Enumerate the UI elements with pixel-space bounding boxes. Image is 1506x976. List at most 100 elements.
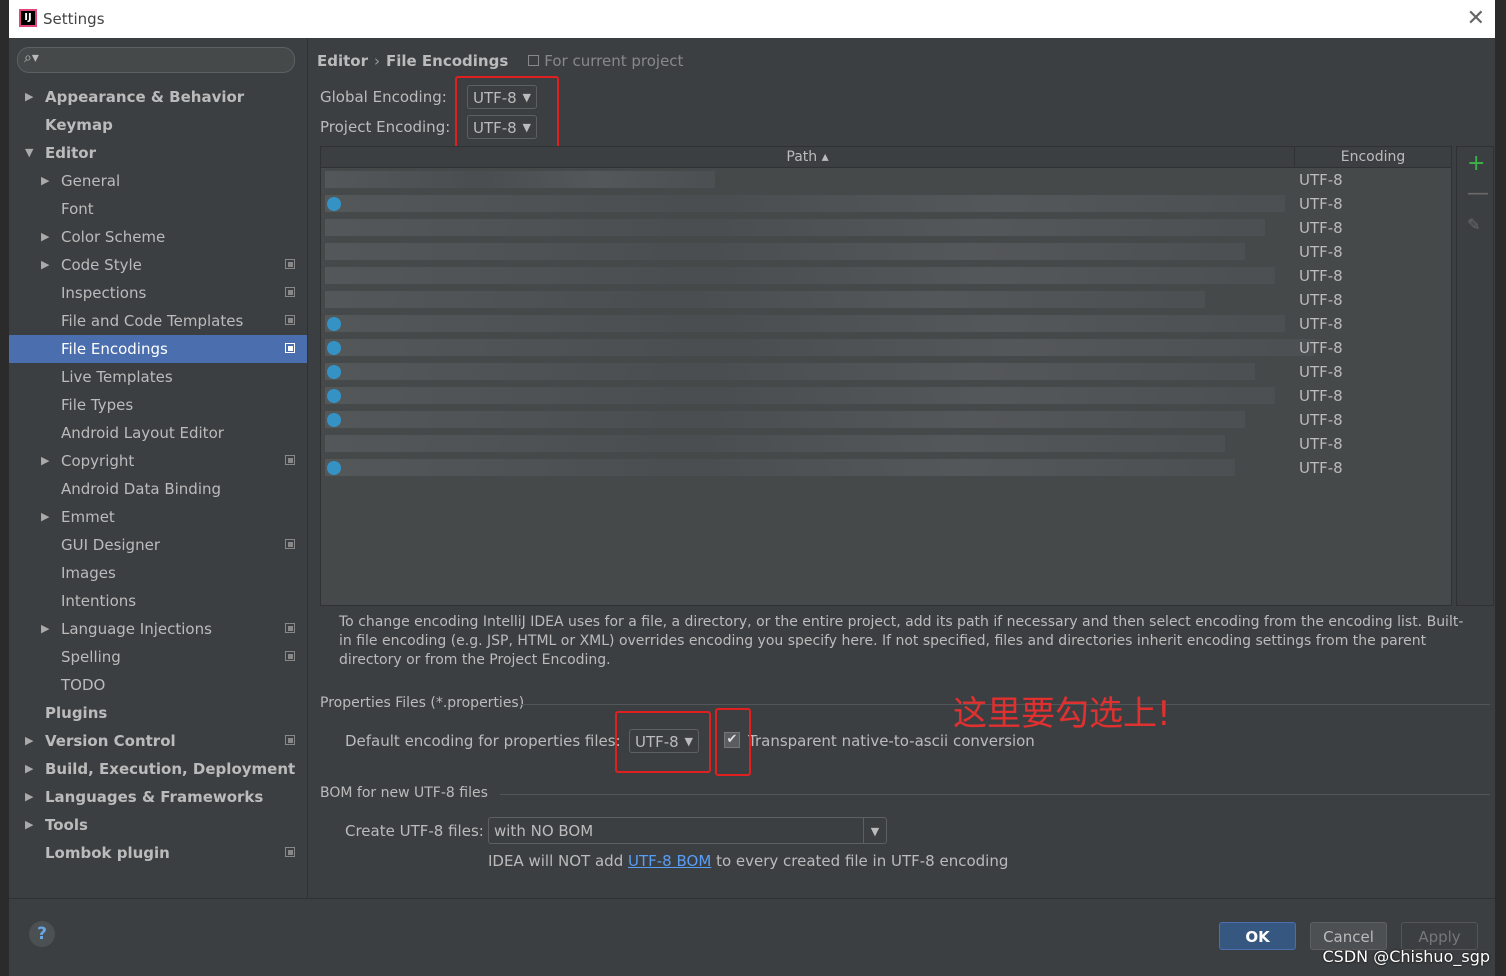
table-row[interactable]: UTF-8 [321, 288, 1451, 312]
column-header-encoding[interactable]: Encoding [1295, 147, 1451, 167]
expand-right-icon[interactable]: ▶ [41, 615, 49, 643]
sidebar-item-plugins[interactable]: Plugins [9, 699, 307, 727]
expand-right-icon[interactable]: ▶ [25, 783, 33, 811]
breadcrumb-separator: › [374, 52, 380, 70]
sidebar-item-color-scheme[interactable]: ▶ Color Scheme [9, 223, 307, 251]
table-row[interactable]: UTF-8 [321, 336, 1451, 360]
blurred-path [325, 339, 1315, 356]
table-row[interactable]: UTF-8 [321, 360, 1451, 384]
project-scope-icon [285, 315, 295, 325]
row-encoding[interactable]: UTF-8 [1299, 435, 1343, 453]
sidebar-item-version-control[interactable]: ▶ Version Control [9, 727, 307, 755]
blurred-path [325, 171, 715, 188]
project-scope-icon [285, 259, 295, 269]
expand-right-icon[interactable]: ▶ [25, 727, 33, 755]
row-encoding[interactable]: UTF-8 [1299, 171, 1343, 189]
bom-dropdown-button[interactable]: ▼ [863, 818, 886, 843]
sidebar-item-android-data-binding[interactable]: Android Data Binding [9, 475, 307, 503]
remove-icon[interactable]: — [1467, 181, 1489, 206]
utf8-bom-link[interactable]: UTF-8 BOM [628, 852, 711, 870]
sidebar-item-spelling[interactable]: Spelling [9, 643, 307, 671]
expand-right-icon[interactable]: ▶ [25, 811, 33, 839]
table-row[interactable]: UTF-8 [321, 240, 1451, 264]
row-encoding[interactable]: UTF-8 [1299, 387, 1343, 405]
cancel-button[interactable]: Cancel [1310, 922, 1387, 950]
bom-dropdown[interactable]: with NO BOM ▼ [488, 817, 887, 844]
row-encoding[interactable]: UTF-8 [1299, 219, 1343, 237]
row-encoding[interactable]: UTF-8 [1299, 243, 1343, 261]
sidebar-item-label: Lombok plugin [45, 844, 170, 862]
module-icon [327, 413, 341, 427]
sidebar-item-tools[interactable]: ▶ Tools [9, 811, 307, 839]
blurred-path [325, 459, 1235, 476]
sidebar-item-languages-frameworks[interactable]: ▶ Languages & Frameworks [9, 783, 307, 811]
sidebar-item-intentions[interactable]: Intentions [9, 587, 307, 615]
expand-right-icon[interactable]: ▶ [41, 503, 49, 531]
table-row[interactable]: UTF-8 [321, 408, 1451, 432]
table-header: Path ▴ Encoding [321, 147, 1451, 168]
expand-right-icon[interactable]: ▶ [25, 83, 33, 111]
sidebar-item-lombok-plugin[interactable]: Lombok plugin [9, 839, 307, 867]
sidebar-item-todo[interactable]: TODO [9, 671, 307, 699]
row-encoding[interactable]: UTF-8 [1299, 363, 1343, 381]
sidebar-item-inspections[interactable]: Inspections [9, 279, 307, 307]
table-row[interactable]: UTF-8 [321, 432, 1451, 456]
table-row[interactable]: UTF-8 [321, 216, 1451, 240]
sidebar-item-file-types[interactable]: File Types [9, 391, 307, 419]
sidebar-item-keymap[interactable]: Keymap [9, 111, 307, 139]
breadcrumb-parent[interactable]: Editor [317, 52, 368, 70]
expand-down-icon[interactable]: ▼ [25, 139, 33, 167]
table-row[interactable]: UTF-8 [321, 264, 1451, 288]
help-icon[interactable]: ? [29, 921, 55, 947]
breadcrumb: Editor › File Encodings For current project [317, 52, 683, 70]
sidebar-item-label: Spelling [61, 648, 121, 666]
row-encoding[interactable]: UTF-8 [1299, 195, 1343, 213]
sidebar-item-gui-designer[interactable]: GUI Designer [9, 531, 307, 559]
expand-right-icon[interactable]: ▶ [41, 447, 49, 475]
sidebar-item-file-and-code-templates[interactable]: File and Code Templates [9, 307, 307, 335]
sidebar-item-label: Inspections [61, 284, 147, 302]
sidebar-item-file-encodings[interactable]: File Encodings [9, 335, 307, 363]
row-encoding[interactable]: UTF-8 [1299, 411, 1343, 429]
highlight-box-checkbox [715, 708, 751, 776]
path-encoding-table[interactable]: Path ▴ Encoding UTF-8 UTF-8 UTF-8 UTF-8 UTF-… [320, 146, 1452, 606]
settings-sidebar: ⌕▾ ▶ Appearance & Behavior Keymap ▼ Editor ▶ G… [9, 38, 308, 898]
sidebar-item-images[interactable]: Images [9, 559, 307, 587]
table-toolbar: + — ✎ [1456, 146, 1494, 606]
row-encoding[interactable]: UTF-8 [1299, 291, 1343, 309]
row-encoding[interactable]: UTF-8 [1299, 459, 1343, 477]
row-encoding[interactable]: UTF-8 [1299, 315, 1343, 333]
search-icon: ⌕▾ [24, 50, 39, 66]
apply-button[interactable]: Apply [1401, 922, 1478, 950]
sidebar-item-editor[interactable]: ▼ Editor [9, 139, 307, 167]
sidebar-item-label: Languages & Frameworks [45, 788, 264, 806]
table-row[interactable]: UTF-8 [321, 192, 1451, 216]
table-row[interactable]: UTF-8 [321, 312, 1451, 336]
table-row[interactable]: UTF-8 [321, 456, 1451, 480]
sidebar-item-appearance-behavior[interactable]: ▶ Appearance & Behavior [9, 83, 307, 111]
sidebar-item-android-layout-editor[interactable]: Android Layout Editor [9, 419, 307, 447]
row-encoding[interactable]: UTF-8 [1299, 267, 1343, 285]
expand-right-icon[interactable]: ▶ [41, 223, 49, 251]
sidebar-item-copyright[interactable]: ▶ Copyright [9, 447, 307, 475]
sidebar-item-emmet[interactable]: ▶ Emmet [9, 503, 307, 531]
sidebar-item-language-injections[interactable]: ▶ Language Injections [9, 615, 307, 643]
ok-button[interactable]: OK [1219, 922, 1296, 950]
row-encoding[interactable]: UTF-8 [1299, 339, 1343, 357]
settings-search-input[interactable]: ⌕▾ [17, 47, 295, 73]
column-header-path[interactable]: Path ▴ [321, 147, 1295, 167]
table-row[interactable]: UTF-8 [321, 384, 1451, 408]
blurred-path [325, 411, 1245, 428]
table-row[interactable]: UTF-8 [321, 168, 1451, 192]
expand-right-icon[interactable]: ▶ [41, 251, 49, 279]
close-icon[interactable]: ✕ [1467, 6, 1485, 31]
sidebar-item-build-execution-deployment[interactable]: ▶ Build, Execution, Deployment [9, 755, 307, 783]
edit-icon[interactable]: ✎ [1467, 215, 1480, 234]
sidebar-item-code-style[interactable]: ▶ Code Style [9, 251, 307, 279]
sidebar-item-live-templates[interactable]: Live Templates [9, 363, 307, 391]
sidebar-item-general[interactable]: ▶ General [9, 167, 307, 195]
expand-right-icon[interactable]: ▶ [41, 167, 49, 195]
sidebar-item-font[interactable]: Font [9, 195, 307, 223]
expand-right-icon[interactable]: ▶ [25, 755, 33, 783]
add-icon[interactable]: + [1467, 151, 1485, 176]
